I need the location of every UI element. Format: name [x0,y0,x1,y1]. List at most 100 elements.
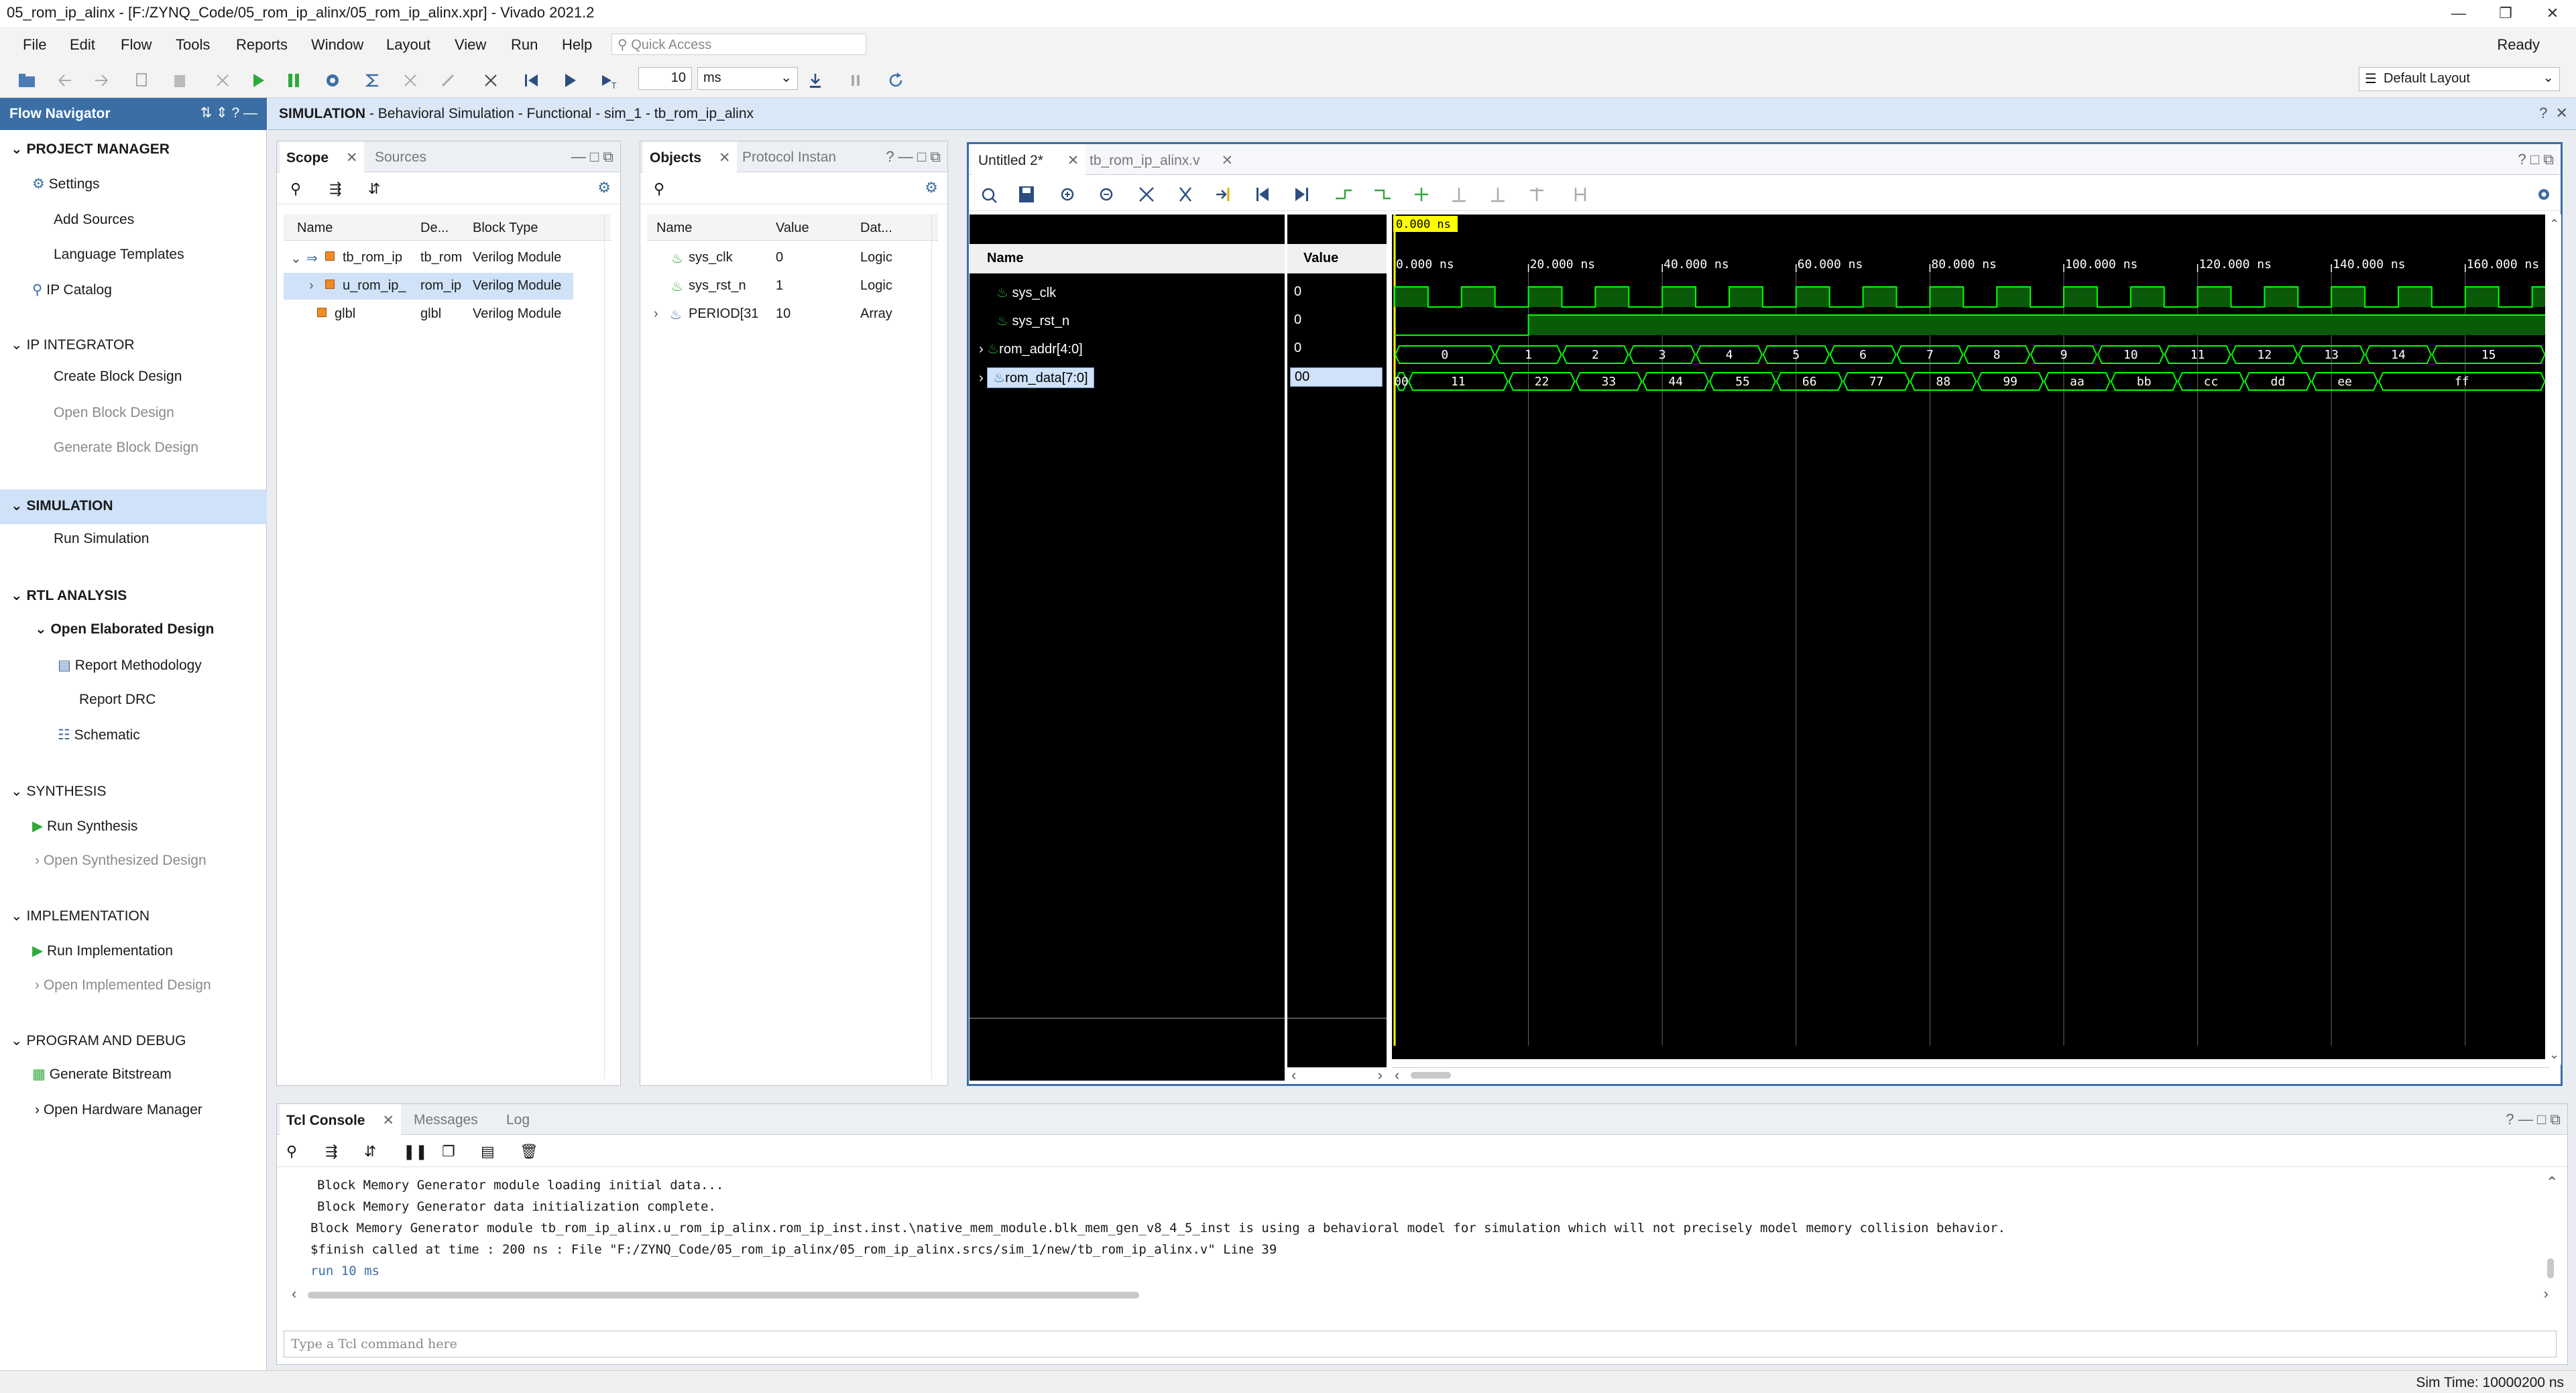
nav-open-elaborated-design[interactable]: ⌄ Open Elaborated Design [35,621,214,638]
pause-icon[interactable]: ❚❚ [403,1143,428,1160]
prev-transition-icon[interactable] [1336,189,1352,200]
close-icon[interactable]: ✕ [346,150,358,166]
tab-source-file[interactable]: tb_rom_ip_alinx.v ✕ [1083,144,1240,175]
scope-scrollbar[interactable] [604,214,618,1079]
gear-icon[interactable] [2538,189,2549,200]
collapse-all-icon[interactable]: ⇶ [325,1143,337,1160]
zoom-cursor-icon[interactable] [1179,187,1191,202]
minimize-button[interactable]: — [2435,0,2482,27]
panel-controls-icon[interactable]: ⇅ ⇕ ? — [200,105,257,121]
restore-button[interactable]: ❐ [2482,0,2529,27]
wave-hscroll-thumb[interactable] [1411,1072,1451,1079]
save-icon[interactable] [1019,186,1034,202]
wand-icon[interactable] [437,70,459,91]
menu-run[interactable]: Run [511,36,538,54]
wave-signal-sys-rst-n[interactable]: ♨ sys_rst_n [996,312,1069,329]
chevron-left-icon[interactable]: ‹ [1291,1067,1296,1084]
nav-report-methodology[interactable]: ▤ Report Methodology [58,657,202,674]
tcl-command-input[interactable]: Type a Tcl command here [284,1331,2557,1357]
gear-icon[interactable] [322,70,343,91]
clear-icon[interactable]: 🗑 [520,1143,538,1160]
tab-sources[interactable]: Sources [368,141,433,172]
table-row[interactable]: glbl glbl Verilog Module [284,301,611,328]
close-icon[interactable]: ✕ [1221,153,1233,168]
nav-language-templates[interactable]: Language Templates [54,247,184,263]
close-icon[interactable]: ✕ [382,1113,394,1128]
delete-icon[interactable] [212,70,233,91]
nav-open-implemented-design[interactable]: › Open Implemented Design [35,977,211,993]
menu-tools[interactable]: Tools [176,36,210,54]
search-icon[interactable]: ⚲ [290,180,301,198]
table-row[interactable]: ⌄ ⇒ tb_rom_ip tb_rom Verilog Module [284,245,611,271]
section-implementation[interactable]: ⌄ IMPLEMENTATION [11,908,150,924]
wave-signal-rom-addr[interactable]: › ♨rom_addr[4:0] [979,341,1083,357]
expand-all-icon[interactable]: ⇵ [364,1143,376,1160]
tab-untitled-wave[interactable]: Untitled 2* ✕ [972,144,1086,175]
chevron-right-icon[interactable]: › [309,278,314,294]
open-project-icon[interactable] [16,70,38,91]
wave-vscroll[interactable]: ⌃ ⌄ [2548,215,2561,1065]
expand-all-icon[interactable]: ⇵ [368,180,380,198]
panel-window-controls[interactable]: ? — □ ⧉ [2506,1111,2561,1128]
nav-run-synthesis[interactable]: ▶ Run Synthesis [32,818,137,835]
values-hscroll[interactable]: ‹ › [1287,1067,1387,1084]
tab-log[interactable]: Log [500,1104,536,1135]
search-icon[interactable] [982,188,997,203]
col-design-unit[interactable]: De... [420,221,449,236]
wave-signal-rom-data[interactable]: › ♨rom_data[7:0] [979,367,1094,388]
program-icon[interactable] [283,70,304,91]
no-icon[interactable] [480,70,502,91]
sigma-icon[interactable] [362,70,384,91]
quick-access-input[interactable]: ⚲ Quick Access [611,34,866,55]
step-icon[interactable] [805,70,826,91]
nav-schematic[interactable]: ☷ Schematic [58,727,140,743]
chevron-right-icon[interactable]: › [2544,1285,2549,1303]
table-row[interactable]: › u_rom_ip_ rom_ip Verilog Module [284,273,573,300]
panel-window-controls[interactable]: ? — □ ⧉ [886,148,941,166]
menu-view[interactable]: View [455,36,486,54]
values-header[interactable]: Value [1287,244,1387,274]
console-hscroll[interactable]: ‹ › [290,1285,2550,1303]
nav-open-synthesized-design[interactable]: › Open Synthesized Design [35,853,207,869]
layout-select[interactable]: ☰ Default Layout ⌄ [2359,67,2560,91]
chevron-right-icon[interactable]: › [654,306,658,322]
chevron-left-icon[interactable]: ‹ [292,1285,296,1303]
section-synthesis[interactable]: ⌄ SYNTHESIS [11,783,106,800]
tab-scope[interactable]: Scope ✕ [280,141,365,172]
next-marker-icon[interactable] [1491,188,1505,202]
nav-generate-block-design[interactable]: Generate Block Design [54,440,198,456]
copy-icon[interactable] [131,70,153,91]
nav-add-sources[interactable]: Add Sources [54,212,134,228]
run-all-icon[interactable] [559,70,581,91]
undo-icon[interactable] [54,70,75,91]
close-window-button[interactable]: ✕ [2529,0,2576,27]
table-row[interactable]: ♨ sys_rst_n 1 Logic [647,273,938,300]
section-simulation[interactable]: ⌄ SIMULATION [11,497,113,514]
run-time-input[interactable]: 10 [638,67,692,90]
nav-report-drc[interactable]: Report DRC [79,692,156,708]
nav-run-simulation[interactable]: Run Simulation [54,531,149,547]
section-ip-integrator[interactable]: ⌄ IP INTEGRATOR [11,337,134,353]
swap-cursors-icon[interactable] [1530,188,1543,201]
col-name[interactable]: Name [297,221,333,236]
go-to-cursor-icon[interactable] [1216,188,1230,201]
wrap-icon[interactable]: ▤ [481,1143,495,1160]
search-icon[interactable]: ⚲ [286,1143,297,1160]
menu-edit[interactable]: Edit [70,36,95,54]
chevron-up-icon[interactable]: ⌃ [2549,217,2559,231]
wave-signal-sys-clk[interactable]: ♨ sys_clk [996,284,1056,301]
go-to-end-icon[interactable] [1295,188,1308,201]
chevron-left-icon[interactable]: ‹ [1395,1067,1399,1084]
run-for-icon[interactable]: T [598,70,620,91]
tab-messages[interactable]: Messages [407,1104,485,1135]
menu-reports[interactable]: Reports [236,36,288,54]
console-hscroll-thumb[interactable] [308,1292,1139,1298]
menu-flow[interactable]: Flow [121,36,152,54]
close-icon[interactable]: ✕ [719,150,731,166]
wave-hscroll[interactable]: ‹ [1392,1067,2549,1084]
menu-window[interactable]: Window [311,36,363,54]
snap-icon[interactable] [1574,188,1586,201]
break-icon[interactable] [845,70,866,91]
run-icon[interactable] [247,70,268,91]
names-header[interactable]: Name [970,244,1285,274]
